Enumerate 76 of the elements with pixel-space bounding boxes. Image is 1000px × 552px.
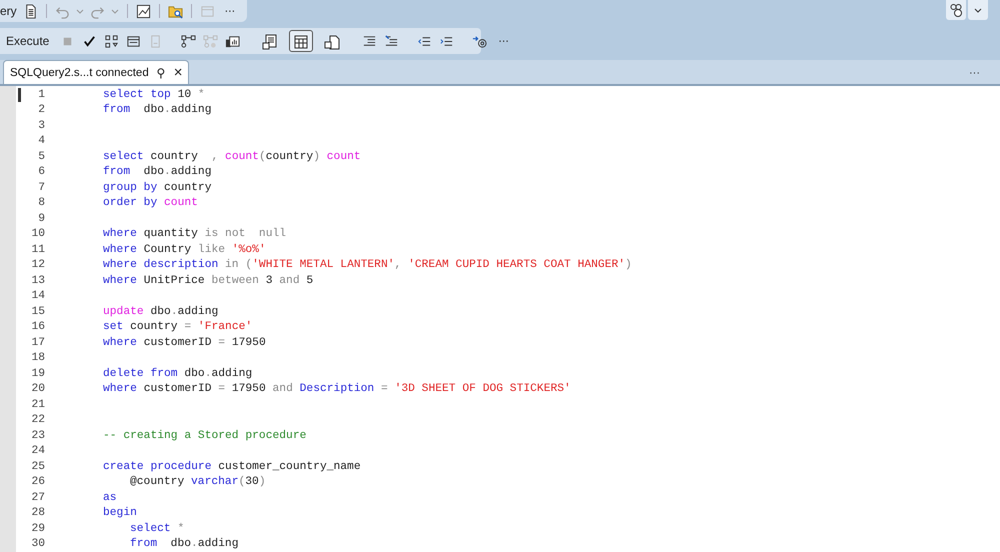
line-number: 16 — [30, 321, 45, 334]
line-number: 13 — [30, 274, 45, 287]
align-right-icon[interactable] — [384, 34, 400, 48]
code-line: update dbo.adding — [103, 306, 218, 318]
line-number: 5 — [37, 150, 45, 163]
chart-icon[interactable] — [136, 4, 151, 18]
line-number: 18 — [30, 352, 45, 364]
line-number: 14 — [30, 290, 45, 302]
checkmark-icon[interactable] — [82, 34, 98, 48]
align-right-icon[interactable] — [362, 34, 378, 48]
code-line: as — [103, 492, 117, 504]
line-number: 15 — [30, 306, 45, 318]
line-number: 25 — [30, 460, 45, 473]
line-number: 30 — [30, 538, 45, 550]
code-line: from dbo.adding — [130, 538, 238, 550]
code-line: select country , count(country) count — [103, 150, 361, 163]
code-line: where quantity is not null — [103, 228, 286, 240]
line-number: 12 — [30, 259, 45, 272]
line-number: 7 — [37, 182, 45, 194]
code-line: where customerID = 17950 — [103, 336, 266, 349]
line-number: 21 — [30, 398, 45, 411]
folder-search-icon[interactable] — [168, 4, 183, 18]
line-number: 6 — [37, 166, 45, 178]
code-line: from dbo.adding — [103, 166, 212, 178]
more-button[interactable]: ··· — [220, 4, 240, 18]
line-number: 10 — [30, 228, 45, 240]
file-results-icon — [324, 34, 340, 50]
line-number: 2 — [37, 104, 45, 116]
code-line: -- creating a Stored procedure — [103, 430, 306, 442]
diagram-icon[interactable] — [104, 34, 120, 48]
line-number: 17 — [30, 336, 45, 349]
execute-button[interactable]: Execute — [0, 34, 54, 48]
code-line: @country varchar(30) — [130, 476, 266, 488]
code-line: where description in ('WHITE METAL LANTERN', 'CREAM CUPID HEARTS COAT HANGER') — [103, 259, 632, 272]
line-number: 8 — [37, 197, 45, 210]
code-line: delete from dbo.adding — [103, 368, 252, 380]
line-number: 1 — [37, 88, 45, 101]
code-line: set country = 'France' — [103, 321, 252, 334]
line-number: 4 — [37, 135, 45, 148]
code-line: from dbo.adding — [103, 104, 212, 116]
results-to-grid-button[interactable] — [289, 30, 314, 52]
line-number: 23 — [30, 430, 45, 442]
code-line: create procedure customer_country_name — [103, 460, 361, 473]
caret-icon[interactable] — [968, 0, 988, 20]
tab-overflow-button[interactable]: ··· — [963, 66, 986, 80]
line-number: 24 — [30, 445, 45, 458]
line-number: 26 — [30, 476, 45, 488]
line-number: 20 — [30, 383, 45, 396]
text-results-icon — [262, 34, 278, 50]
pin-button[interactable]: ⚲ — [156, 66, 166, 78]
flow-icon[interactable] — [181, 34, 196, 48]
more-button[interactable]: ··· — [494, 34, 513, 48]
close-button[interactable]: × — [174, 65, 182, 80]
code-line: group by country — [103, 182, 212, 194]
code-line: select top 10 * — [103, 88, 205, 101]
line-number: 9 — [37, 212, 45, 225]
code-line: order by count — [103, 197, 198, 210]
line-number: 22 — [30, 414, 45, 426]
line-number: 19 — [30, 368, 45, 380]
line-number: 3 — [37, 120, 45, 132]
code-line: where Country like '%o%' — [103, 244, 266, 256]
toolbar-label: ery — [0, 4, 17, 18]
code-line: where UnitPrice between 3 and 5 — [103, 274, 314, 287]
line-number: 29 — [30, 522, 45, 535]
query-tab[interactable]: SQLQuery2.s...t connected ⚲ × — [3, 60, 190, 84]
bar-chart-icon[interactable] — [225, 34, 240, 48]
code-line: select * — [130, 522, 184, 535]
line-number: 27 — [30, 492, 45, 504]
line-number: 28 — [30, 507, 45, 520]
tab-title: SQLQuery2.s...t connected — [10, 66, 149, 78]
people-icon[interactable] — [946, 0, 966, 20]
window-icon[interactable] — [126, 34, 142, 48]
code-line: where customerID = 17950 and Description = '3D SHEET OF DOG STICKERS' — [103, 383, 571, 396]
grid-icon — [293, 34, 310, 50]
line-number: 11 — [30, 244, 45, 256]
code-line: begin — [103, 507, 137, 520]
